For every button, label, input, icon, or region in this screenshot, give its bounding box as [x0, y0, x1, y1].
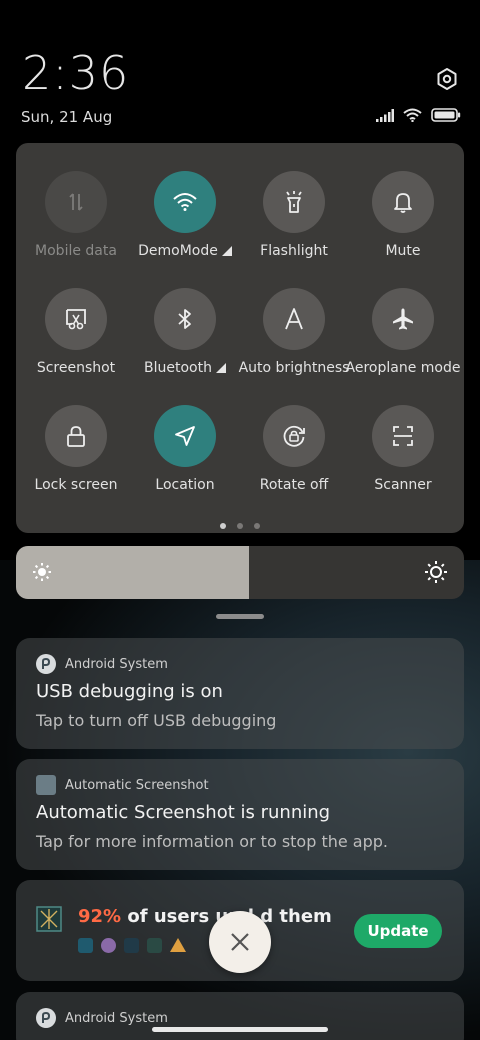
tile-location[interactable]: Location [131, 405, 239, 493]
wifi-icon [173, 193, 197, 211]
clock: 2:36 [22, 46, 130, 100]
home-icon [78, 938, 93, 953]
tile-button[interactable] [45, 288, 107, 350]
brightness-slider[interactable] [16, 546, 464, 599]
expand-arrow-icon [221, 246, 232, 256]
tile-button[interactable] [372, 405, 434, 467]
tile-label: Rotate off [259, 477, 329, 493]
notification-usb-debugging[interactable]: Android System USB debugging is on Tap t… [16, 638, 464, 749]
date-label: Sun, 21 Aug [21, 108, 113, 126]
notification-title: Automatic Screenshot is running [36, 802, 331, 823]
app-icon-strip [78, 938, 186, 953]
tile-demomode[interactable]: DemoMode [131, 171, 239, 259]
notification-android-system[interactable]: Android System [16, 992, 464, 1040]
app-name: Android System [65, 656, 168, 672]
tile-label: Lock screen [34, 477, 118, 493]
airplane-icon [393, 308, 413, 330]
flashlight-icon [286, 191, 302, 213]
tile-mute[interactable]: Mute [349, 171, 457, 259]
location-icon [175, 426, 195, 446]
tile-label: Aeroplane mode [345, 360, 461, 376]
warning-icon [170, 938, 186, 952]
page-indicator [16, 523, 464, 529]
drag-handle[interactable] [216, 614, 264, 619]
notification-automatic-screenshot[interactable]: Automatic Screenshot Automatic Screensho… [16, 759, 464, 870]
app-name: Automatic Screenshot [65, 777, 209, 793]
tile-button[interactable] [372, 171, 434, 233]
tile-screenshot[interactable]: Screenshot [22, 288, 130, 376]
tile-label: Flashlight [260, 243, 328, 259]
notification-header: Android System [36, 654, 168, 674]
tile-aeroplane-mode[interactable]: Aeroplane mode [346, 288, 460, 376]
settings-button[interactable] [432, 64, 462, 94]
promo-app-icon [36, 906, 62, 932]
tile-button[interactable] [154, 405, 216, 467]
notification-title: 92% of users upd d them [78, 906, 332, 927]
percent-highlight: 92% [78, 906, 122, 927]
tile-label: Screenshot [36, 360, 116, 376]
page-dot [254, 523, 260, 529]
tile-button[interactable] [263, 288, 325, 350]
android-system-icon [36, 1008, 56, 1028]
wifi-status-icon [403, 108, 422, 122]
page-dot [220, 523, 226, 529]
tile-label: Auto brightness [238, 360, 350, 376]
scanner-icon [393, 426, 413, 446]
rotate-lock-icon [283, 425, 305, 447]
flower-icon [101, 938, 116, 953]
app-name: Android System [65, 1010, 168, 1026]
brightness-low-icon [33, 563, 51, 581]
android-system-icon [36, 654, 56, 674]
tile-mobile-data[interactable]: Mobile data [22, 171, 130, 259]
tile-lock-screen[interactable]: Lock screen [22, 405, 130, 493]
battery-icon [431, 108, 461, 122]
notification-title: USB debugging is on [36, 681, 223, 702]
tile-flashlight[interactable]: Flashlight [240, 171, 348, 259]
automatic-screenshot-app-icon [36, 775, 56, 795]
tile-rotate-off[interactable]: Rotate off [240, 405, 348, 493]
mobile-data-icon [69, 193, 83, 211]
notification-body: Tap for more information or to stop the … [36, 832, 389, 851]
tile-label: Mobile data [35, 243, 117, 259]
auto-brightness-icon [285, 308, 303, 330]
tile-scanner[interactable]: Scanner [349, 405, 457, 493]
bluetooth-icon [178, 309, 191, 329]
close-button[interactable] [209, 911, 271, 973]
page-dot [237, 523, 243, 529]
tile-label: DemoMode [138, 243, 232, 259]
quick-settings-panel: Mobile data DemoMode Flashlight Mute Scr… [16, 143, 464, 533]
tile-button[interactable] [372, 288, 434, 350]
gear-icon [437, 68, 457, 90]
tile-auto-brightness[interactable]: Auto brightness [238, 288, 350, 376]
expand-arrow-icon [215, 363, 226, 373]
home-indicator[interactable] [152, 1027, 328, 1032]
lock-icon [67, 426, 85, 447]
tile-button[interactable] [154, 288, 216, 350]
tile-button[interactable] [154, 171, 216, 233]
tile-label: Bluetooth [144, 360, 226, 376]
tile-label: Scanner [374, 477, 432, 493]
tile-button[interactable] [263, 405, 325, 467]
brightness-high-icon [425, 561, 447, 583]
bell-icon [394, 193, 412, 213]
contact-icon [124, 938, 139, 953]
signal-icon [376, 108, 394, 122]
tile-button[interactable] [45, 171, 107, 233]
notification-header: Android System [36, 1008, 168, 1028]
close-icon [231, 933, 249, 951]
tile-bluetooth[interactable]: Bluetooth [131, 288, 239, 376]
notification-body: Tap to turn off USB debugging [36, 711, 277, 730]
tile-label: Mute [385, 243, 421, 259]
screenshot-icon [66, 309, 86, 330]
tile-label: Location [155, 477, 215, 493]
tile-button[interactable] [45, 405, 107, 467]
update-button[interactable]: Update [354, 914, 442, 948]
chat-icon [147, 938, 162, 953]
tile-button[interactable] [263, 171, 325, 233]
status-icons [376, 108, 461, 122]
notification-header: Automatic Screenshot [36, 775, 209, 795]
